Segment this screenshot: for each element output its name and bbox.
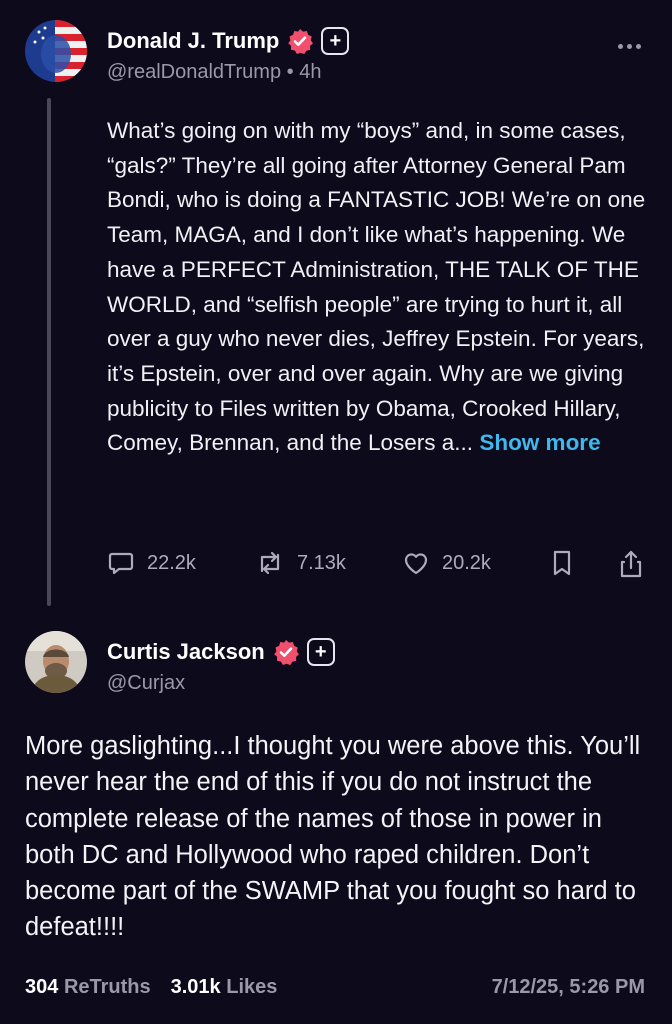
separator: • xyxy=(286,61,294,83)
reply-stats: 304 ReTruths 3.01k Likes xyxy=(25,976,277,999)
likes-count: 3.01k xyxy=(170,976,221,998)
action-bar: 22.2k 7.13k 20.2k xyxy=(107,549,647,585)
likes-stat[interactable]: 3.01k Likes xyxy=(171,976,278,999)
reply-count: 22.2k xyxy=(147,551,196,574)
reply-author-name[interactable]: Curtis Jackson xyxy=(107,639,265,665)
likes-label: Likes xyxy=(226,976,278,998)
share-button[interactable] xyxy=(618,549,644,579)
retruth-icon xyxy=(260,551,280,575)
author-handle[interactable]: @realDonaldTrump xyxy=(107,61,281,83)
verified-icon xyxy=(288,29,314,54)
verified-icon xyxy=(273,640,299,665)
avatar[interactable] xyxy=(25,20,87,82)
like-count: 20.2k xyxy=(442,551,491,574)
handle-line: @realDonaldTrump • 4h xyxy=(107,61,349,84)
reply-author-handle[interactable]: @Curjax xyxy=(107,672,185,694)
like-icon xyxy=(404,553,428,575)
bookmark-icon xyxy=(553,550,571,576)
share-icon xyxy=(620,550,642,578)
reply-button[interactable]: 22.2k xyxy=(107,549,196,577)
retruths-count: 304 xyxy=(25,976,59,998)
post-text: What’s going on with my “boys” and, in s… xyxy=(107,118,646,456)
reply-icon xyxy=(108,552,134,575)
reply-author-header: Curtis Jackson + @Curjax xyxy=(107,638,335,695)
retruth-button[interactable]: 7.13k xyxy=(255,549,346,577)
post-body: What’s going on with my “boys” and, in s… xyxy=(107,114,647,461)
retruths-stat[interactable]: 304 ReTruths xyxy=(25,976,151,999)
like-button[interactable]: 20.2k xyxy=(402,549,491,577)
time-ago: 4h xyxy=(299,61,322,83)
plus-icon[interactable]: + xyxy=(321,27,350,55)
timestamp: 7/12/25, 5:26 PM xyxy=(491,976,645,998)
avatar[interactable] xyxy=(25,631,87,693)
thread-line xyxy=(47,98,51,606)
retruths-label: ReTruths xyxy=(63,976,151,998)
bookmark-button[interactable] xyxy=(550,549,574,577)
plus-icon[interactable]: + xyxy=(306,638,335,666)
show-more-link[interactable]: Show more xyxy=(479,430,600,455)
retruth-count: 7.13k xyxy=(297,551,346,574)
more-icon[interactable] xyxy=(618,44,641,49)
author-header: Donald J. Trump + @realDonaldTrump • 4h xyxy=(107,27,350,84)
reply-body: More gaslighting...I thought you were ab… xyxy=(25,732,641,942)
author-name[interactable]: Donald J. Trump xyxy=(107,28,279,54)
